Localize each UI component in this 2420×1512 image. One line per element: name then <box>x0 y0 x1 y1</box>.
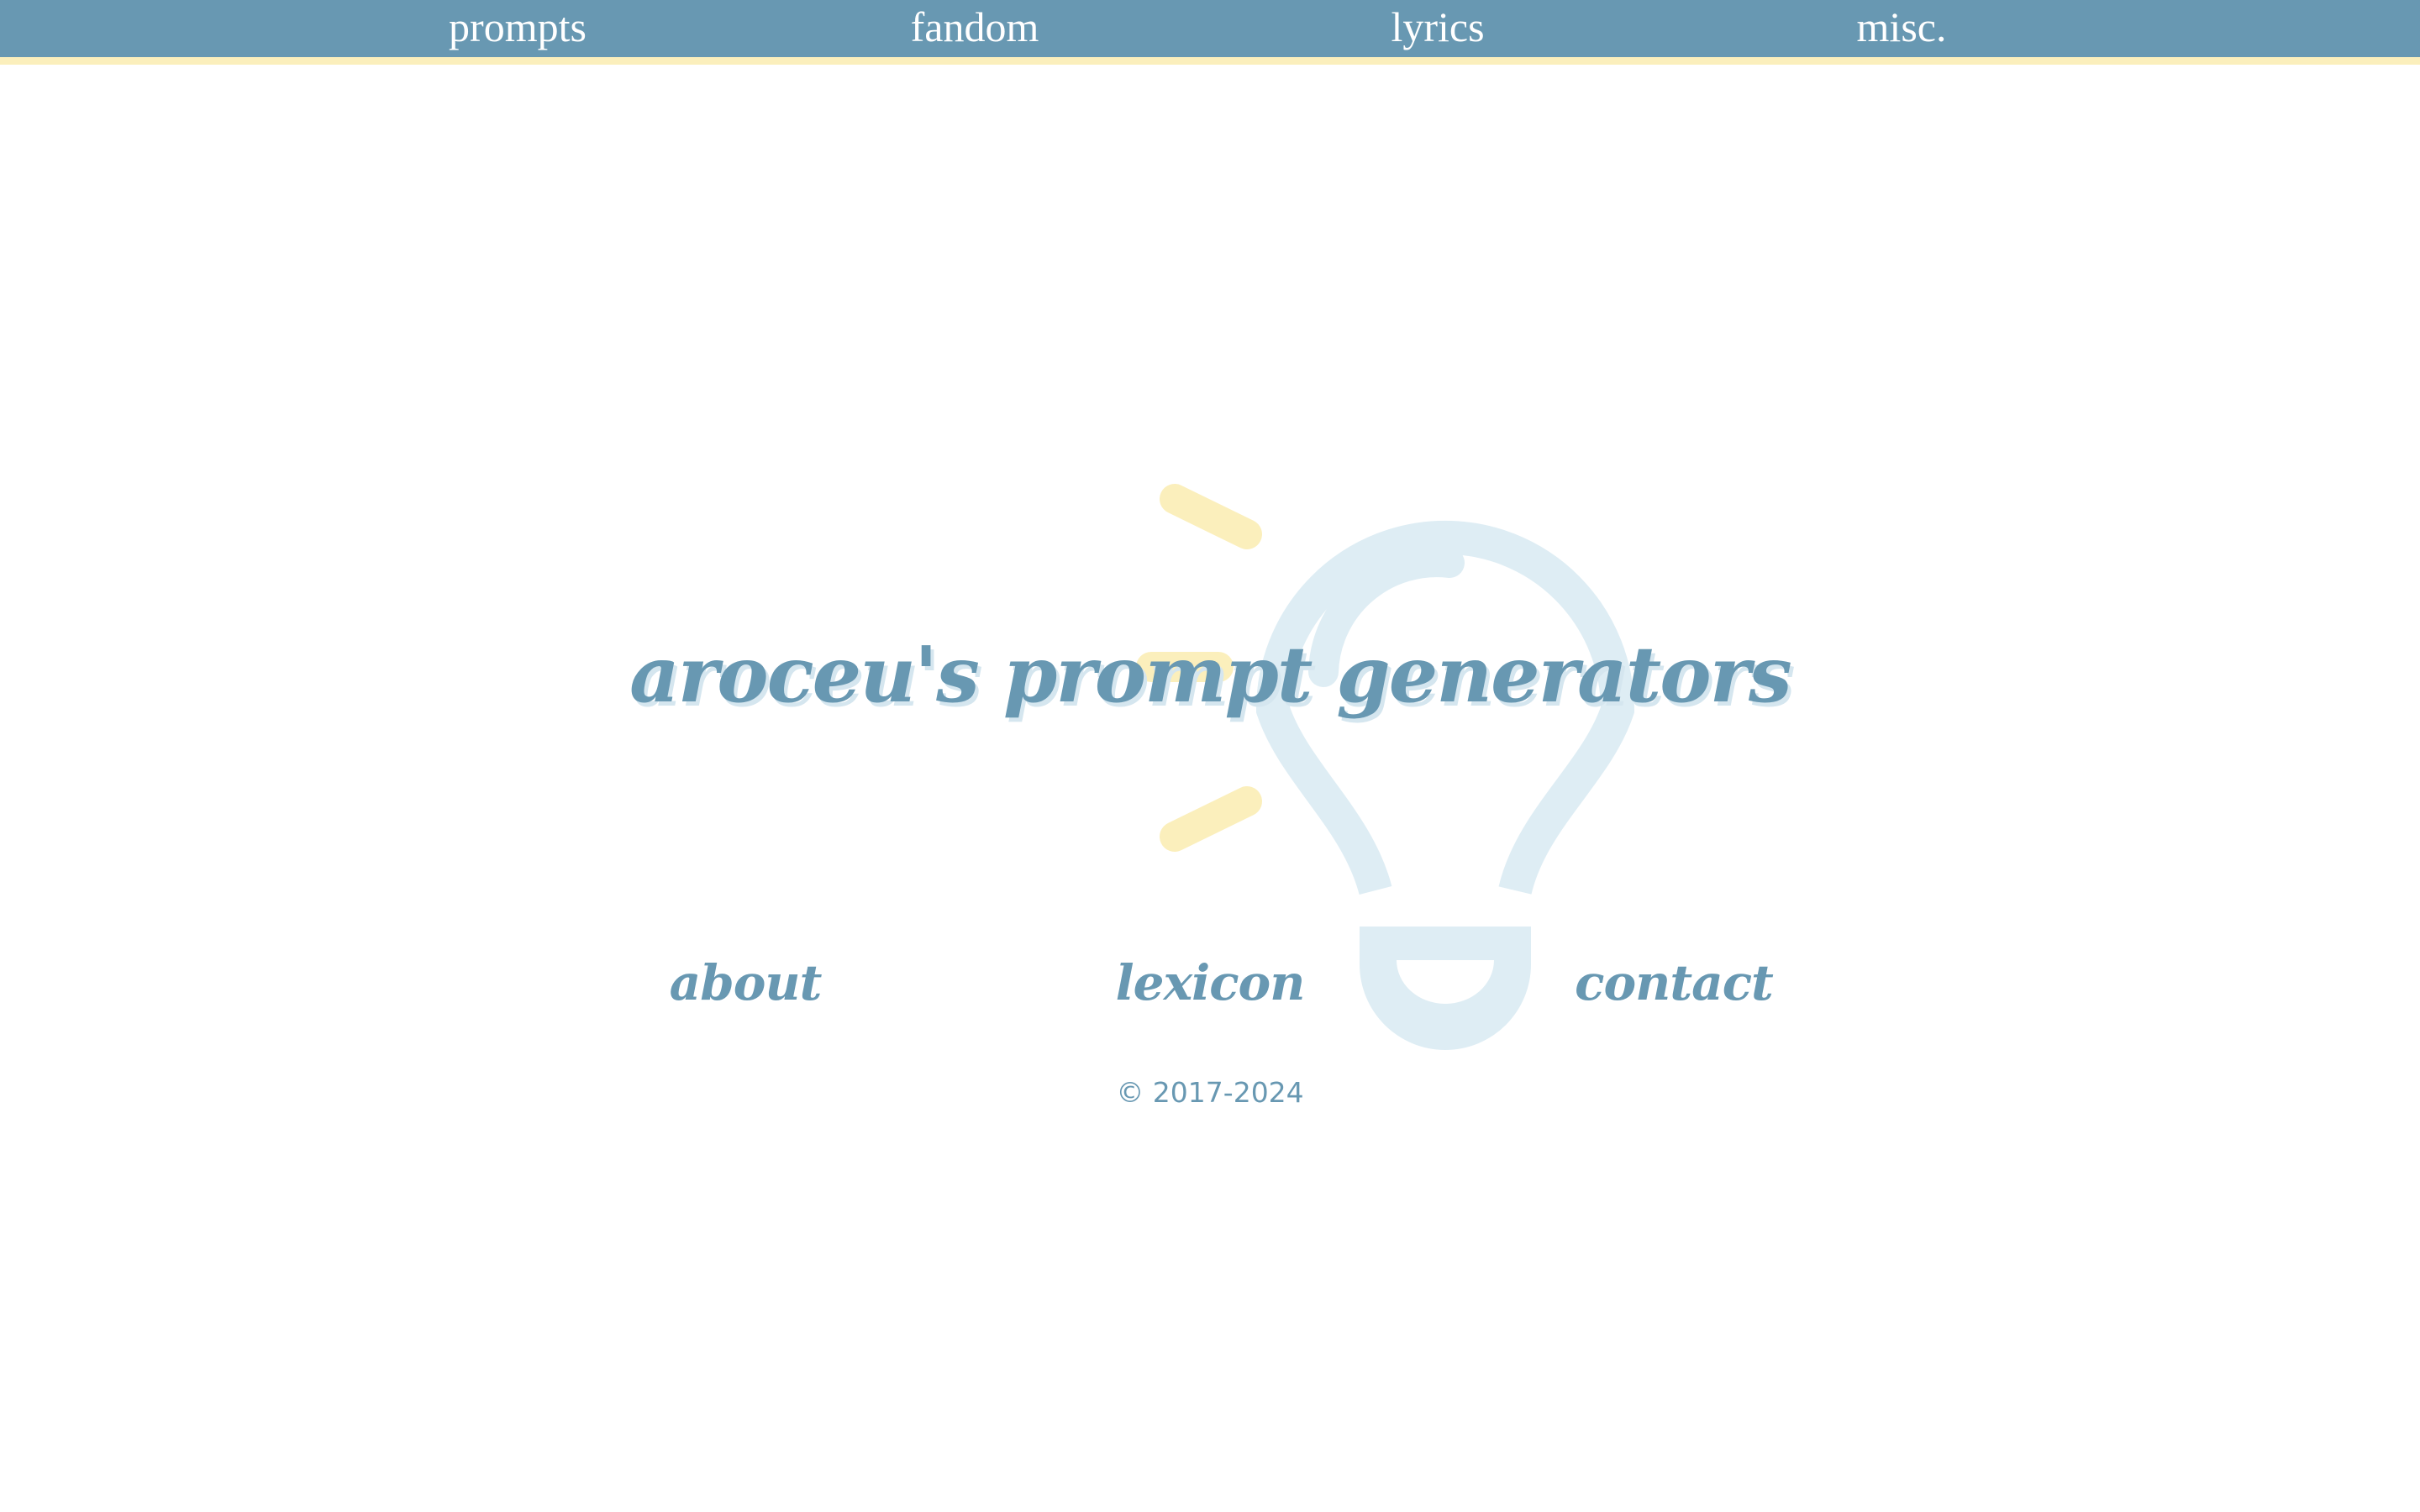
page-title: aroceu's prompt generators <box>629 629 1792 720</box>
copyright-text: © 2017-2024 <box>1116 1076 1304 1109</box>
footer-link-about[interactable]: about <box>670 949 823 1016</box>
footer-link-contact[interactable]: contact <box>1575 949 1774 1016</box>
bulb-base <box>1360 927 1531 1050</box>
lightbulb-icon <box>1136 484 1635 1050</box>
footer-link-lexicon[interactable]: lexicon <box>1116 949 1306 1016</box>
